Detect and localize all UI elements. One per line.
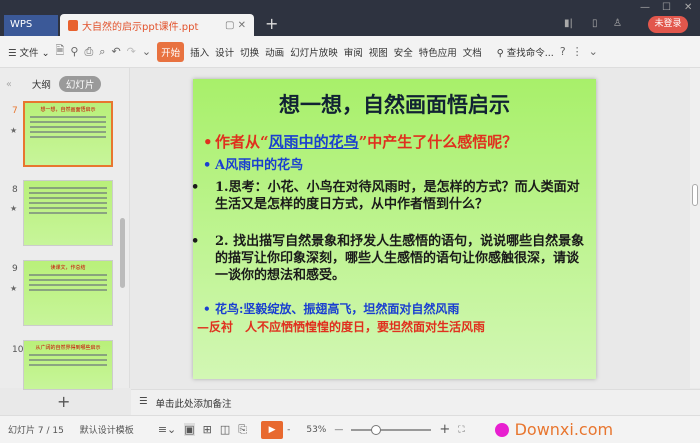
clipboard-icon[interactable]: ⎘ [238,423,247,437]
document-tab[interactable]: 大自然的启示ppt课件.ppt ▢ ✕ [60,14,254,36]
thumb-title: 从广阔的自然界得到哪些启示 [35,345,101,351]
ribbon-toolbar: ☰ 文件 ⌄ 🗎 ⚲ ⎙ ⌕ ↶ ↷ ⌄ 开始 插入 设计 切换 动画 幻灯片放… [0,36,700,68]
tab-slides[interactable]: 幻灯片 [58,76,102,92]
status-bar: 幻灯片 7 / 15 默认设计模板 ≡⌄ ▣ ⊞ ◫ ⎘ ▶ - 53% — +… [0,415,700,443]
file-label: 文件 [19,47,39,59]
help-icon[interactable]: ? [560,45,566,58]
zoom-in-button[interactable]: + [439,422,450,437]
preview-icon[interactable]: ⌕ [99,45,105,59]
normal-view-icon[interactable]: ▣ [184,423,195,436]
fit-window-icon[interactable]: ⛶ [458,425,464,435]
tab-start[interactable]: 开始 [157,41,185,62]
more-options-icon[interactable]: ⋮ [572,45,583,58]
format-painter-icon[interactable]: ⚲ [70,45,78,58]
zoom-slider-handle[interactable] [371,424,382,435]
animation-star-icon: ★ [10,284,18,293]
notes-placeholder: 单击此处添加备注 [155,399,232,410]
new-tab-button[interactable]: + [265,14,278,33]
template-name[interactable]: 默认设计模板 [80,423,134,436]
reading-view-icon[interactable]: ◫ [220,423,230,436]
question-prefix: 作者从“ [215,133,269,151]
doc-icon[interactable]: ▯ [592,18,598,29]
tab-design[interactable]: 设计 [215,45,234,59]
tab-slideshow[interactable]: 幻灯片放映 [290,45,338,59]
tab-outline[interactable]: 大纲 [32,77,51,91]
add-slide-button[interactable]: + [57,392,70,411]
sorter-view-icon[interactable]: ⊞ [203,423,212,436]
notes-area[interactable]: ☰ 单击此处添加备注 [131,389,700,415]
logo-circle-icon [494,422,509,437]
collapse-panel-icon[interactable]: « [6,79,12,90]
more-icon[interactable]: ⌄ [142,45,151,58]
tab-transition[interactable]: 切换 [240,45,259,59]
tab-features[interactable]: 特色应用 [419,45,457,59]
zoom-slider[interactable] [351,424,432,435]
tab-view[interactable]: 视图 [369,45,388,59]
skin-icon[interactable]: ♙ [613,18,622,29]
slide-counter: 幻灯片 7 / 15 [8,426,64,436]
thumb-title: 读课文，作总结 [50,265,86,271]
slide-thumbnail[interactable] [23,180,113,246]
bullet-2: • 2. 找出描写自然景象和抒发人生感悟的语句，说说哪些自然景象的描写让你印象深刻… [191,234,585,283]
notes-icon: ☰ [139,396,148,407]
scrollbar-thumb[interactable] [692,184,698,206]
print-icon[interactable]: ⎙ [84,45,93,59]
bullet-3-text: 花鸟:坚毅绽放、振翅高飞，坦然面对自然风雨 [215,302,460,316]
bullet-3: • 花鸟:坚毅绽放、振翅高飞，坦然面对自然风雨 [203,302,460,316]
undo-icon[interactable]: ↶ [111,45,120,58]
thumb-title: 想一想，自然画面悟启示 [40,107,96,113]
animation-star-icon: ★ [10,126,18,135]
bullet-a-text: A风雨中的花鸟 [215,158,304,173]
play-slideshow-button[interactable]: ▶ [261,420,284,439]
maximize-button[interactable]: ☐ [662,2,671,13]
thumb-number: 8 [12,185,18,195]
panel-scrollbar[interactable] [120,218,125,288]
tab-security[interactable]: 安全 [394,45,413,59]
slide-thumbnail[interactable]: 从广阔的自然界得到哪些启示 [23,340,113,390]
question-link[interactable]: 风雨中的花鸟 [269,133,359,151]
watermark: Downxi.com [514,420,614,439]
zoom-level[interactable]: 53% [306,425,326,435]
slide-title: 想一想，自然画面悟启示 [279,92,510,117]
tab-insert[interactable]: 插入 [190,45,209,59]
login-button[interactable]: 未登录 [648,16,688,33]
tab-document[interactable]: 文档 [463,45,483,59]
slide-panel: « 大纲 幻灯片 7 ★ 想一想，自然画面悟启示 8 ★ 9 ★ 读课文，作总结… [0,68,130,390]
slide-thumbnail[interactable]: 读课文，作总结 [23,260,113,326]
bullet-1: • 1.思考：小花、小鸟在对待风雨时，是怎样的方式？而人类面对生活又是怎样的度日方… [191,180,580,212]
slide-canvas[interactable]: 想一想，自然画面悟启示 • 作者从“风雨中的花鸟”中产生了什么感悟呢？ • A风雨中… [191,79,596,379]
wps-home-tab[interactable]: WPS [4,15,58,36]
ppt-file-icon [68,19,78,31]
main-scrollbar[interactable] [690,68,700,388]
bullet-question: • 作者从“风雨中的花鸟”中产生了什么感悟呢？ [203,133,518,151]
bullet-2-text: 2. 找出描写自然景象和抒发人生感悟的语句，说说哪些自然景象的描写让你印象深刻，… [215,234,585,283]
notes-toggle-icon[interactable]: ≡⌄ [158,423,176,436]
close-tab-icon[interactable]: ▢ ✕ [225,20,246,31]
title-bar: WPS 大自然的启示ppt课件.ppt ▢ ✕ + — ☐ ✕ ▮| ▯ ♙ 未… [0,0,700,36]
redo-icon[interactable]: ↷ [127,45,136,58]
tab-animation[interactable]: 动画 [265,45,284,59]
slide-thumbnail[interactable]: 想一想，自然画面悟启示 [23,101,113,167]
save-icon[interactable]: 🗎 [56,42,65,61]
collapse-ribbon-icon[interactable]: ⌄ [589,45,598,58]
document-tab-title: 大自然的启示ppt课件.ppt [82,21,199,33]
minimize-button[interactable]: — [640,2,650,13]
file-menu[interactable]: ☰ 文件 ⌄ [8,45,50,59]
question-suffix: ”中产生了什么感悟呢？ [358,133,518,151]
bullet-1-text: 1.思考：小花、小鸟在对待风雨时，是怎样的方式？而人类面对生活又是怎样的度日方式… [215,180,580,212]
thumb-number: 7 [12,106,18,116]
close-window-button[interactable]: ✕ [684,2,692,13]
bullet-a: • A风雨中的花鸟 [203,158,304,173]
workspace-icon[interactable]: ▮| [564,18,573,29]
contrast-line: —反衬 人不应恓恓惶惶的度日，要坦然面对生活风雨 [197,320,486,334]
animation-star-icon: ★ [10,204,18,213]
search-command[interactable]: ⚲ 查找命令... [497,45,554,59]
play-options-icon[interactable]: - [287,425,290,435]
search-label: 查找命令... [506,47,554,59]
zoom-out-button[interactable]: — [334,425,343,435]
tab-review[interactable]: 审阅 [344,45,363,59]
thumb-number: 9 [12,264,18,274]
thumb-number: 10 [12,345,24,355]
